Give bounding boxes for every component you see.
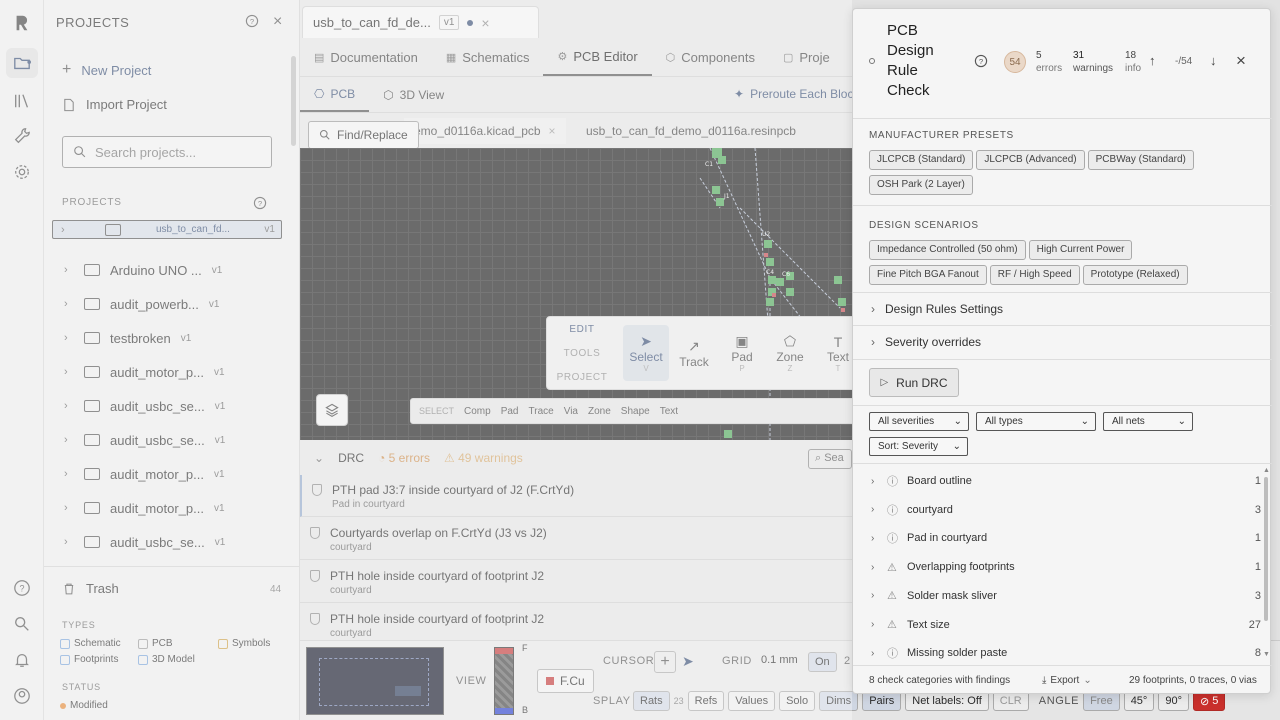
drc-category-row[interactable]: › ⓘ courtyard 3 [853, 496, 1261, 524]
drc-category-row[interactable]: › ⓘ Missing solder paste 8 [853, 639, 1261, 667]
chevron-down-icon: ⌄ [1080, 416, 1089, 427]
category-count: 3 [1254, 503, 1261, 516]
errors-count[interactable]: 5 errors [1036, 49, 1062, 75]
chevron-right-icon: › [871, 532, 875, 544]
chevron-down-icon: ⌄ [953, 416, 962, 427]
type-filter-select[interactable]: All types ⌄ [976, 412, 1096, 431]
category-name: Board outline [907, 475, 972, 487]
run-drc-button[interactable]: ▷ Run DRC [869, 368, 959, 397]
category-name: Solder mask sliver [907, 589, 997, 602]
manufacturer-presets: JLCPCB (Standard) JLCPCB (Advanced) PCBWay… [869, 150, 1249, 200]
category-scrollbar[interactable] [1264, 477, 1268, 621]
next-arrow-icon[interactable]: ↓ [1210, 53, 1217, 68]
angle-label: ANGLE [1038, 695, 1080, 707]
warning-triangle-icon: ⚠ [887, 561, 897, 574]
manufacturer-presets-label: MANUFACTURER PRESETS [869, 130, 1014, 141]
category-count: 27 [1248, 618, 1261, 631]
info-count[interactable]: 18 info [1125, 49, 1141, 75]
sort-select[interactable]: Sort: Severity ⌄ [869, 437, 968, 456]
category-count: 1 [1254, 532, 1261, 545]
categories-summary: 8 check categories with findings [869, 675, 1011, 686]
design-scenarios-label: DESIGN SCENARIOS [869, 220, 979, 231]
category-count: 8 [1254, 647, 1261, 660]
category-count: 1 [1254, 475, 1261, 487]
warnings-count[interactable]: 31 warnings [1073, 49, 1113, 75]
category-name: Missing solder paste [907, 647, 1008, 660]
category-name: Overlapping footprints [907, 561, 1015, 574]
info-circle-icon: ⓘ [887, 504, 898, 517]
chevron-down-icon: ⌄ [1083, 675, 1092, 686]
drc-dialog-footer: 8 check categories with findings ⤓ Export… [853, 665, 1272, 695]
info-circle-icon: ⓘ [887, 648, 898, 661]
design-rules-settings-expander[interactable]: › Design Rules Settings [853, 292, 1272, 325]
warning-triangle-icon: ⚠ [887, 619, 897, 631]
board-summary: 29 footprints, 0 traces, 0 vias [1129, 675, 1257, 686]
preset-chip[interactable]: OSH Park (2 Layer) [869, 175, 973, 195]
drc-category-row[interactable]: › ⚠ Overlapping footprints 1 [853, 553, 1261, 581]
scroll-down-icon[interactable]: ▼ [1263, 651, 1270, 658]
scenario-chip[interactable]: Prototype (Relaxed) [1082, 265, 1188, 285]
status-dot-icon [869, 58, 875, 64]
scenario-chip[interactable]: Impedance Controlled (50 ohm) [869, 240, 1026, 260]
chevron-right-icon: › [871, 302, 875, 316]
chevron-down-icon: ⌄ [952, 441, 961, 452]
info-circle-icon: ⓘ [887, 476, 898, 488]
drc-category-row[interactable]: › ⚠ Solder mask sliver 3 [853, 582, 1261, 610]
scenario-chip[interactable]: RF / High Speed [989, 265, 1080, 285]
warning-triangle-icon: ⚠ [887, 590, 897, 603]
download-icon: ⤓ [1042, 675, 1047, 686]
category-count: 1 [1254, 561, 1261, 574]
design-scenarios: Impedance Controlled (50 ohm) High Curren… [869, 240, 1249, 290]
info-circle-icon: ⓘ [887, 533, 898, 546]
chevron-right-icon: › [871, 335, 875, 349]
drc-category-row[interactable]: › ⓘ Board outline 1 [853, 467, 1261, 495]
severity-filter-select[interactable]: All severities ⌄ [869, 412, 969, 431]
net-filter-select[interactable]: All nets ⌄ [1103, 412, 1193, 431]
scenario-chip[interactable]: Fine Pitch BGA Fanout [869, 265, 987, 285]
modal-backdrop[interactable] [0, 0, 852, 720]
chevron-right-icon: › [871, 475, 875, 487]
preset-chip[interactable]: PCBWay (Standard) [1087, 150, 1194, 170]
scenario-chip[interactable]: High Current Power [1028, 240, 1133, 260]
close-icon[interactable]: × [1236, 51, 1246, 71]
chevron-right-icon: › [871, 647, 875, 659]
drc-category-row[interactable]: › ⚠ Text size 27 [853, 611, 1261, 639]
severity-overrides-expander[interactable]: › Severity overrides [853, 325, 1272, 358]
category-count: 3 [1254, 589, 1261, 602]
preset-chip[interactable]: JLCPCB (Advanced) [976, 150, 1085, 170]
drc-dialog: PCB Design Rule Check ? 54 5 errors 31 war… [852, 8, 1272, 695]
total-findings-badge: 54 [1004, 51, 1026, 73]
help-icon[interactable]: ? [974, 54, 988, 71]
finding-position: -/54 [1175, 56, 1193, 67]
play-icon: ▷ [880, 377, 889, 388]
category-name: courtyard [907, 503, 953, 516]
category-name: Pad in courtyard [907, 532, 988, 545]
chevron-right-icon: › [871, 504, 875, 516]
chevron-down-icon: ⌄ [1177, 416, 1186, 427]
scroll-up-icon[interactable]: ▲ [1263, 467, 1270, 474]
svg-text:?: ? [979, 57, 983, 66]
previous-arrow-icon[interactable]: ↑ [1149, 53, 1156, 68]
drc-dialog-header: PCB Design Rule Check ? 54 5 errors 31 war… [853, 9, 1272, 119]
chevron-right-icon: › [871, 590, 875, 602]
preset-chip[interactable]: JLCPCB (Standard) [869, 150, 974, 170]
chevron-right-icon: › [871, 561, 875, 573]
drc-dialog-title: PCB Design Rule Check [887, 22, 934, 99]
drc-category-row[interactable]: › ⓘ Pad in courtyard 1 [853, 524, 1261, 552]
chevron-right-icon: › [871, 619, 875, 630]
export-button[interactable]: ⤓ Export ⌄ [1042, 675, 1092, 686]
category-name: Text size [907, 618, 950, 631]
